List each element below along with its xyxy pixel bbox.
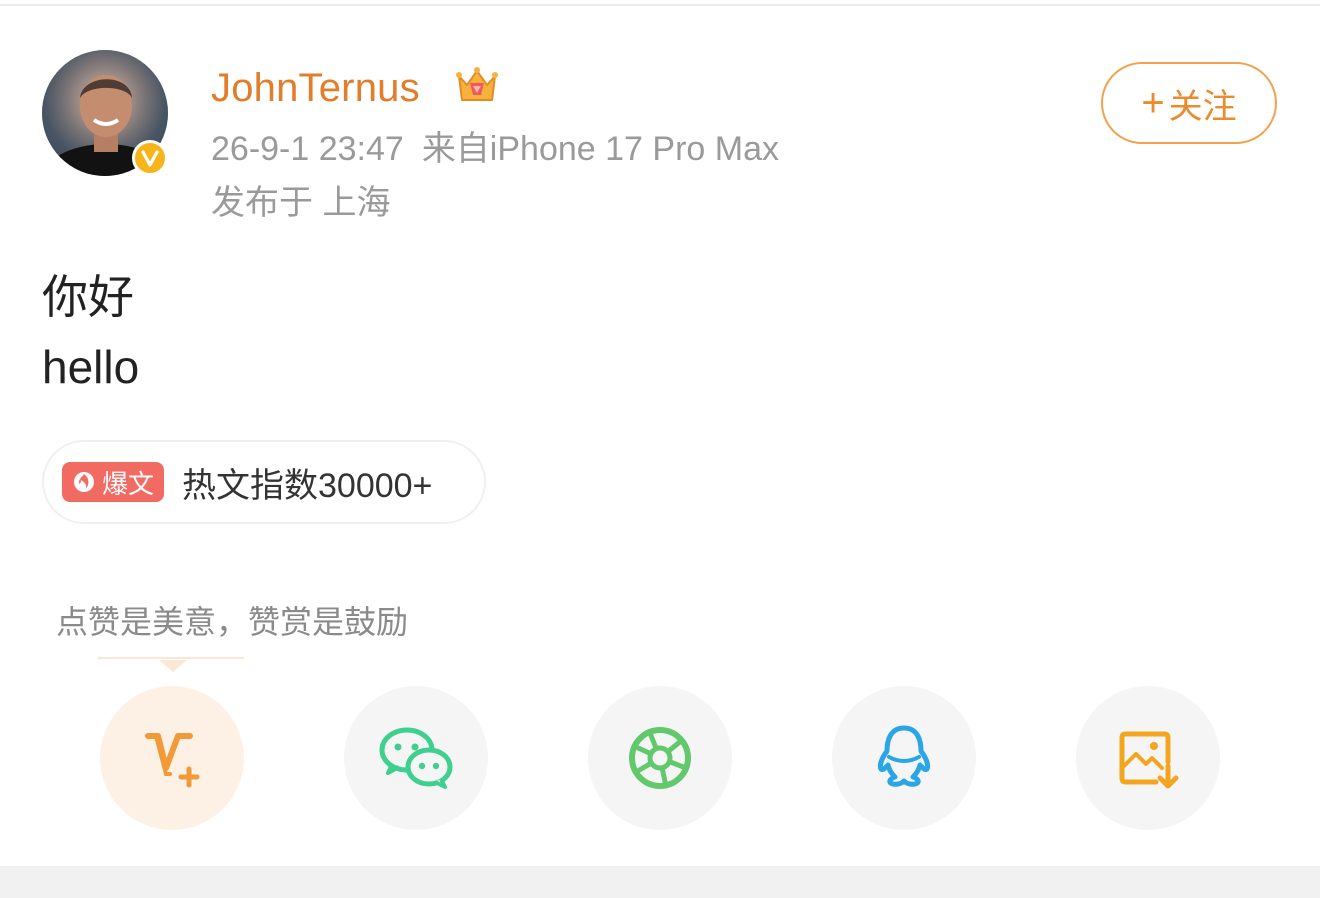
follow-button[interactable]: + 关注	[1101, 62, 1277, 144]
tip-divider	[98, 657, 244, 659]
post-line: 你好	[42, 271, 134, 323]
top-divider	[0, 4, 1320, 6]
share-moments-button[interactable]	[588, 686, 732, 830]
wechat-icon	[379, 727, 453, 789]
bottom-bar	[0, 866, 1320, 898]
reward-tip: 点赞是美意，赞赏是鼓励	[56, 604, 409, 640]
flame-icon	[74, 472, 94, 492]
plus-icon: +	[1141, 81, 1165, 125]
save-image-button[interactable]	[1076, 686, 1220, 830]
moments-aperture-icon	[629, 727, 691, 789]
hot-badge: 爆文	[62, 462, 165, 502]
follow-label: 关注	[1168, 87, 1237, 126]
reward-button[interactable]	[100, 686, 244, 830]
username[interactable]: JohnTernus	[211, 62, 420, 114]
verified-v-icon	[141, 150, 159, 167]
crown-icon	[456, 67, 498, 101]
save-image-icon	[1119, 731, 1179, 789]
timestamp: 26-9-1 23:47	[211, 130, 404, 168]
hot-badge-label: 爆文	[102, 468, 155, 499]
qq-icon	[877, 725, 931, 787]
post-location: 发布于 上海	[211, 184, 391, 222]
share-qq-button[interactable]	[832, 686, 976, 830]
verified-badge	[132, 140, 168, 176]
share-wechat-button[interactable]	[344, 686, 488, 830]
post-line: hello	[42, 341, 140, 393]
hot-index-text: 热文指数30000+	[182, 466, 433, 505]
post-meta: 26-9-1 23:47 来自iPhone 17 Pro Max	[211, 126, 779, 172]
v-plus-icon	[145, 733, 200, 788]
hot-index-chip[interactable]: 爆文 热文指数30000+	[42, 440, 486, 524]
post-content: 你好 hello	[42, 262, 139, 402]
tip-pointer	[159, 660, 187, 672]
post-source: 来自iPhone 17 Pro Max	[421, 130, 779, 168]
